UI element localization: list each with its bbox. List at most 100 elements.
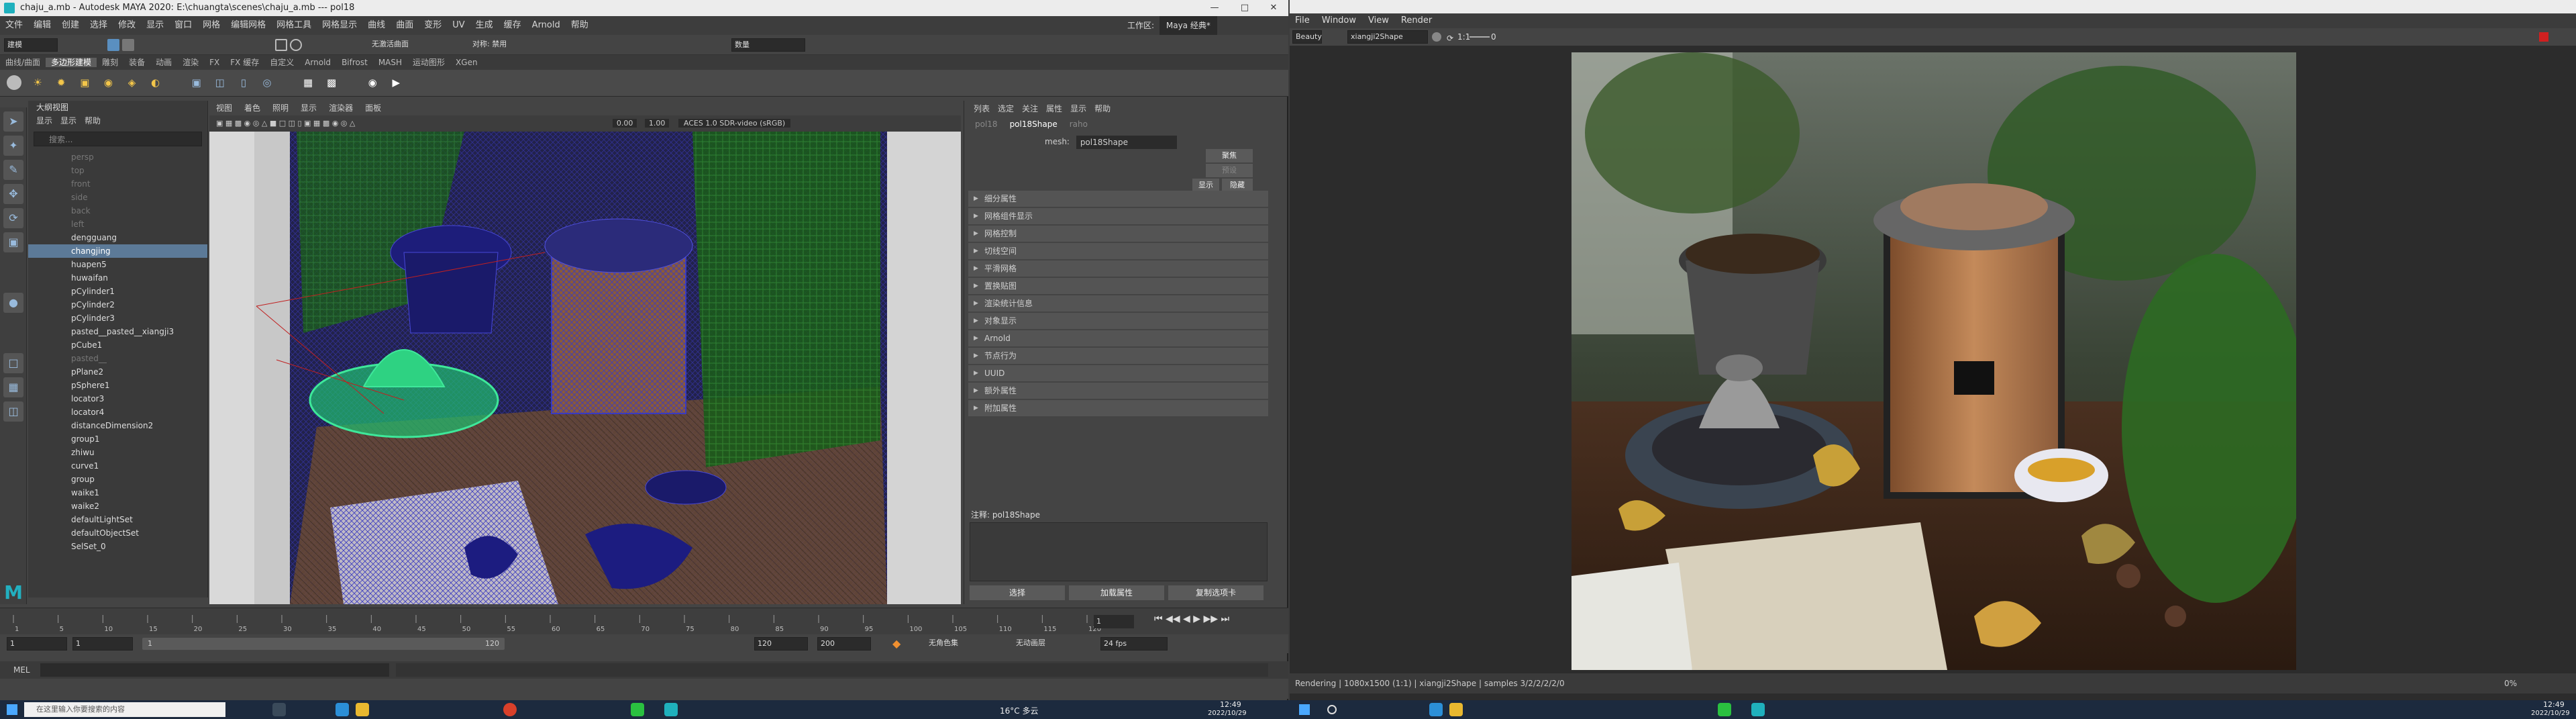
- hide-button[interactable]: 隐藏: [1222, 179, 1253, 192]
- viewport-menu[interactable]: 视图: [216, 103, 232, 113]
- chrome-icon[interactable]: [503, 703, 517, 716]
- colorspace-select[interactable]: ACES 1.0 SDR-video (sRGB): [678, 119, 791, 128]
- shelf-tab[interactable]: 动画: [150, 58, 177, 67]
- maximize-icon[interactable]: □: [1231, 0, 1258, 16]
- attr-bottom-button[interactable]: 加载属性: [1069, 585, 1164, 600]
- gamma-b-field[interactable]: 1.00: [644, 119, 670, 128]
- menu-9[interactable]: 网格工具: [276, 20, 311, 30]
- outliner-item[interactable]: back: [28, 204, 207, 218]
- poly-sphere-icon[interactable]: [7, 75, 21, 90]
- shelf-tab[interactable]: 自定义: [264, 58, 299, 67]
- attr-section[interactable]: 额外属性: [968, 383, 1268, 399]
- menu-7[interactable]: 网格: [203, 20, 220, 30]
- outliner-item[interactable]: left: [28, 218, 207, 231]
- menu-10[interactable]: 网格显示: [322, 20, 357, 30]
- menu-18[interactable]: 帮助: [571, 20, 588, 30]
- minimize-icon[interactable]: —: [1201, 0, 1228, 16]
- menu-3[interactable]: 选择: [90, 20, 107, 30]
- shelf-tab[interactable]: 渲染: [177, 58, 204, 67]
- render-stop-icon[interactable]: [2539, 32, 2548, 42]
- torus-icon[interactable]: ◎: [260, 75, 274, 90]
- attr-bottom-button[interactable]: 复制选项卡: [1168, 585, 1264, 600]
- attr-menu[interactable]: 帮助: [1094, 104, 1111, 113]
- skydome-icon[interactable]: ◐: [148, 75, 163, 90]
- attr-section[interactable]: 细分属性: [968, 191, 1268, 207]
- outliner-item[interactable]: persp: [28, 150, 207, 164]
- shelf-tab[interactable]: MASH: [373, 58, 407, 67]
- outliner-item[interactable]: group1: [28, 432, 207, 446]
- viewport-menu[interactable]: 面板: [365, 103, 381, 113]
- task-view-icon[interactable]: [272, 703, 286, 716]
- outliner-item[interactable]: dengguang: [28, 231, 207, 244]
- render-image[interactable]: [1572, 52, 2296, 670]
- last-tool-icon[interactable]: ●: [3, 293, 23, 313]
- volume-light-icon[interactable]: ◈: [124, 75, 139, 90]
- shelf-tab[interactable]: 装备: [123, 58, 150, 67]
- menu-0[interactable]: 文件: [5, 20, 23, 30]
- viewport-menu[interactable]: 着色: [244, 103, 260, 113]
- shelf-tab[interactable]: 多边形建模: [46, 58, 97, 67]
- ipr-render-icon[interactable]: ▩: [324, 75, 339, 90]
- shelf-tab[interactable]: XGen: [450, 58, 483, 67]
- menu-6[interactable]: 窗口: [174, 20, 192, 30]
- shelf-tab[interactable]: 曲线/曲面: [0, 58, 46, 67]
- outliner-item[interactable]: waike2: [28, 499, 207, 513]
- menu-12[interactable]: 曲面: [396, 20, 413, 30]
- cube-icon[interactable]: ▣: [189, 75, 204, 90]
- wechat-icon[interactable]: [631, 703, 644, 716]
- outliner-search-input[interactable]: 搜索...: [34, 132, 202, 146]
- close-icon[interactable]: ✕: [1260, 0, 1287, 16]
- attr-menu[interactable]: 选定: [998, 104, 1014, 113]
- menu-2[interactable]: 创建: [62, 20, 79, 30]
- outliner-item[interactable]: group: [28, 473, 207, 486]
- attr-bottom-button[interactable]: 选择: [970, 585, 1065, 600]
- mode-select[interactable]: 建模: [4, 38, 58, 52]
- attr-tab[interactable]: pol18Shape: [1010, 119, 1058, 129]
- stop-icon[interactable]: [1432, 32, 1441, 42]
- search-icon[interactable]: [1327, 705, 1337, 714]
- attr-section[interactable]: 渲染统计信息: [968, 295, 1268, 311]
- range-end-field[interactable]: 120: [754, 637, 808, 651]
- show-button[interactable]: 显示: [1192, 179, 1219, 192]
- outliner-item[interactable]: locator4: [28, 405, 207, 419]
- render-menu[interactable]: Render: [1401, 15, 1432, 26]
- outliner-item[interactable]: side: [28, 191, 207, 204]
- move-tool-icon[interactable]: ✥: [3, 184, 23, 204]
- shelf-tab[interactable]: FX 缓存: [225, 58, 264, 67]
- outliner-menu[interactable]: 帮助: [85, 116, 101, 126]
- snap-curve-icon[interactable]: [290, 39, 302, 51]
- outliner-item[interactable]: front: [28, 177, 207, 191]
- key-icon[interactable]: ◆: [892, 637, 900, 650]
- time-slider[interactable]: 1 5 10 15 20 25 30 35 40 45 50 55 60 65 70 75 80 85 90 95 10…: [0, 608, 1288, 634]
- fps-select[interactable]: 24 fps: [1100, 637, 1168, 651]
- character-set-select[interactable]: 无角色集: [926, 637, 1000, 651]
- outliner-item[interactable]: pCube1: [28, 338, 207, 352]
- clock-left-date[interactable]: 2022/10/29: [1208, 710, 1247, 717]
- spot-light-icon[interactable]: ◉: [101, 75, 115, 90]
- windows-start-icon-2[interactable]: [1299, 704, 1310, 715]
- focus-button[interactable]: 聚焦: [1206, 149, 1253, 162]
- menu-13[interactable]: 变形: [424, 20, 442, 30]
- viewport-menu[interactable]: 照明: [272, 103, 289, 113]
- anim-end-field[interactable]: 200: [817, 637, 871, 651]
- range-start-field[interactable]: 1: [72, 637, 133, 651]
- light-icon[interactable]: ✹: [54, 75, 68, 90]
- cylinder-icon[interactable]: ◫: [213, 75, 227, 90]
- attr-section[interactable]: 置换贴图: [968, 278, 1268, 294]
- selection-field[interactable]: 无激活曲面: [369, 38, 456, 52]
- render-menu[interactable]: File: [1295, 15, 1310, 26]
- symmetry-field[interactable]: 对称: 禁用: [470, 38, 544, 52]
- layout-two-icon[interactable]: ◫: [3, 401, 23, 422]
- outliner-item[interactable]: defaultObjectSet: [28, 526, 207, 540]
- outliner-item[interactable]: pasted__pasted__xiangji3: [28, 325, 207, 338]
- render-zoom-pct[interactable]: 0%: [2504, 673, 2517, 693]
- viewport-menu[interactable]: 渲染器: [329, 103, 353, 113]
- attr-section[interactable]: 附加属性: [968, 400, 1268, 416]
- outliner-item[interactable]: SelSet_0: [28, 540, 207, 553]
- attr-section[interactable]: 平滑网格: [968, 260, 1268, 277]
- refresh-icon[interactable]: ⟳: [1447, 30, 1453, 47]
- attr-section[interactable]: Arnold: [968, 330, 1268, 346]
- outliner-item[interactable]: pasted__: [28, 352, 207, 365]
- layout-single-icon[interactable]: □: [3, 353, 23, 373]
- start-frame-field[interactable]: 1: [7, 637, 67, 651]
